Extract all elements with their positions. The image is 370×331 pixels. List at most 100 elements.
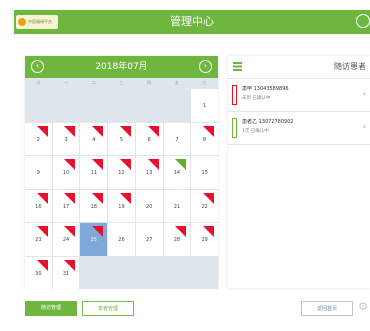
green-flag-icon (175, 159, 187, 170)
day-number: 18 (90, 203, 97, 210)
day-number: 17 (62, 203, 70, 210)
weekday-label: 日 (36, 80, 41, 85)
red-flag-icon (202, 226, 214, 237)
weekday-label: 三 (119, 80, 124, 85)
calendar-day-cell[interactable]: 18 (80, 189, 108, 222)
patient-management-button[interactable]: 患者管理 (82, 301, 134, 316)
day-number: 16 (35, 203, 42, 210)
top-bar: 中国福禄平台 管理中心 (14, 10, 370, 34)
calendar-day-cell[interactable]: 28 (163, 223, 191, 256)
calendar-day-cell[interactable]: 19 (108, 189, 135, 222)
day-number: 1 (203, 103, 207, 109)
calendar-day-cell[interactable]: 30 (25, 256, 52, 289)
calendar-month-label: 2018年07月 (95, 62, 148, 72)
day-number: 4 (92, 136, 96, 143)
day-number: 7 (175, 136, 179, 143)
chevron-right-icon[interactable]: › (199, 60, 212, 73)
calendar-day-cell[interactable]: 21 (163, 189, 191, 222)
day-number: 9 (36, 170, 40, 176)
day-number: 22 (201, 203, 208, 210)
calendar-empty-cell (108, 89, 135, 122)
calendar-empty-cell (135, 89, 163, 122)
return-home-button[interactable]: 返回首页 (301, 301, 353, 316)
red-flag-icon (36, 192, 48, 204)
patient-list: 患甲 13043589896 未到 已确认中 › 患者乙 13072780902 1次 … (228, 79, 370, 145)
calendar-header: ‹ 2018年07月 › (25, 56, 218, 78)
calendar-day-cell[interactable]: 16 (25, 189, 52, 222)
weekday-label: 四 (147, 80, 152, 85)
day-number: 31 (62, 270, 70, 277)
chevron-right-icon[interactable]: › (363, 89, 366, 98)
calendar-day-cell[interactable]: 22 (191, 189, 218, 222)
page-title: 管理中心 (170, 15, 214, 28)
red-flag-icon (175, 226, 187, 237)
calendar: ‹ 2018年07月 › 日一二三四五六 1 2 3 4 5 6 7 8 9 10 11 12 13 14… (25, 56, 218, 289)
calendar-empty-cell (191, 256, 218, 289)
calendar-day-cell[interactable]: 3 (52, 122, 80, 155)
patient-name-phone: 患甲 13043589896 (242, 86, 289, 92)
red-flag-icon (92, 192, 104, 204)
red-flag-icon (119, 192, 131, 204)
calendar-day-cell[interactable]: 13 (135, 156, 163, 189)
calendar-day-cell[interactable]: 2 (25, 122, 52, 155)
calendar-day-cell[interactable]: 29 (191, 223, 218, 256)
gear-icon[interactable]: ⚙ (358, 300, 370, 314)
calendar-day-cell[interactable]: 20 (135, 189, 163, 222)
calendar-day-cell[interactable]: 7 (163, 122, 191, 155)
calendar-day-cell[interactable]: 9 (25, 156, 52, 189)
calendar-day-cell[interactable]: 15 (191, 156, 218, 189)
red-flag-icon (202, 192, 214, 204)
calendar-day-cell[interactable]: 25 (80, 223, 108, 256)
chevron-left-icon[interactable]: ‹ (31, 60, 44, 73)
calendar-day-cell[interactable]: 24 (52, 223, 80, 256)
red-flag-icon (64, 125, 76, 137)
calendar-day-cell[interactable]: 27 (135, 223, 163, 256)
calendar-empty-cell (163, 89, 191, 122)
day-number: 5 (119, 136, 124, 143)
calendar-day-cell[interactable]: 17 (52, 189, 80, 222)
follow-up-panel: 随访患者 患甲 13043589896 未到 已确认中 › 患者乙 130727809… (228, 56, 370, 288)
red-flag-icon (36, 226, 48, 237)
patient-status-text: 1次 已确认中 (242, 129, 269, 134)
calendar-day-cell[interactable]: 11 (80, 156, 108, 189)
weekday-label: 一 (64, 80, 69, 85)
panel-title: 随访患者 (334, 62, 366, 71)
calendar-day-cell[interactable]: 26 (108, 223, 135, 256)
weekday-label: 五 (174, 80, 179, 85)
status-mark-icon (232, 118, 237, 138)
patient-list-item[interactable]: 患甲 13043589896 未到 已确认中 › (228, 79, 370, 112)
day-number: 12 (118, 170, 125, 176)
patient-list-item[interactable]: 患者乙 13072780902 1次 已确认中 › (228, 112, 370, 145)
red-flag-icon (202, 125, 214, 137)
red-flag-icon (64, 192, 76, 204)
red-flag-icon (92, 226, 104, 237)
day-number: 8 (203, 136, 207, 143)
calendar-day-cell[interactable]: 14 (163, 156, 191, 189)
follow-up-management-button[interactable]: 随访管理 (25, 301, 77, 316)
day-number: 25 (90, 237, 97, 243)
calendar-day-cell[interactable]: 10 (52, 156, 80, 189)
calendar-day-cell[interactable]: 4 (80, 122, 108, 155)
calendar-empty-cell (52, 89, 80, 122)
red-flag-icon (64, 159, 76, 170)
calendar-day-cell[interactable]: 6 (135, 122, 163, 155)
day-number: 26 (118, 237, 125, 243)
calendar-day-cell[interactable]: 23 (25, 223, 52, 256)
weekday-label: 六 (202, 80, 207, 85)
chevron-right-icon[interactable]: › (363, 122, 366, 131)
calendar-day-cell[interactable]: 5 (108, 122, 135, 155)
day-number: 27 (146, 237, 153, 243)
calendar-day-cell[interactable]: 31 (52, 256, 80, 289)
calendar-day-cell[interactable]: 12 (108, 156, 135, 189)
day-number: 2 (36, 136, 40, 143)
calendar-day-cell[interactable]: 1 (191, 89, 218, 122)
user-icon[interactable] (356, 14, 370, 28)
day-number: 19 (118, 203, 125, 210)
calendar-day-cell[interactable]: 8 (191, 122, 218, 155)
calendar-grid: 1 2 3 4 5 6 7 8 9 10 11 12 13 14 15 16 17 18 19 20 21 22 23 24 2… (25, 88, 218, 289)
calendar-empty-cell (108, 256, 135, 289)
calendar-empty-cell (163, 256, 191, 289)
calendar-empty-cell (80, 256, 108, 289)
red-flag-icon (36, 259, 48, 271)
red-flag-icon (92, 159, 104, 170)
